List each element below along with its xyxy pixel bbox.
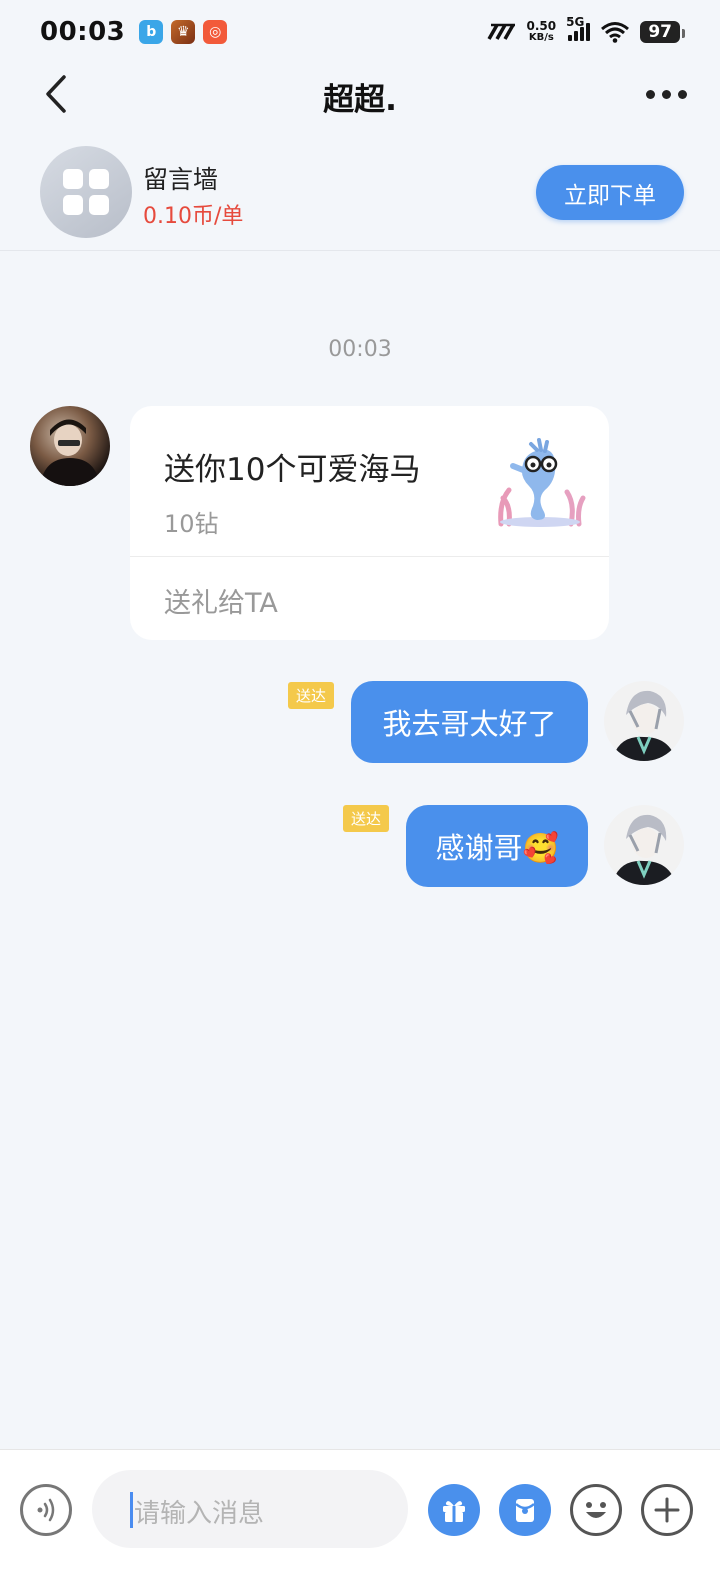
maps-app-icon: b [139,20,164,44]
delivered-badge: 送达 [288,682,335,709]
person-photo-icon [40,419,100,486]
gift-title: 送你10个可爱海马 [164,452,421,488]
gift-message-card[interactable]: 送你10个可爱海马 10钻 送礼给TA [130,406,609,640]
emoji-button[interactable] [570,1484,622,1536]
kuaishou-app-icon: ◎ [203,20,228,44]
nfc-icon [486,23,515,40]
my-avatar[interactable] [604,681,684,761]
anime-character-icon [612,814,676,885]
chevron-left-icon [46,75,66,113]
service-card: 留言墙 0.10币/单 立即下单 [0,128,720,251]
network-speed-unit: KB/s [528,32,554,43]
smiley-icon [586,1502,606,1518]
message-wall-icon [40,146,132,238]
voice-input-button[interactable] [20,1484,72,1536]
notification-icons: b ♛ ◎ [139,20,228,44]
status-time: 00:03 [40,17,126,47]
delivered-badge: 送达 [343,805,390,832]
anime-character-icon [612,690,676,761]
more-dot-icon [661,89,671,99]
service-price: 0.10币/单 [143,204,244,229]
wifi-icon [601,22,630,43]
outgoing-message-bubble[interactable]: 我去哥太好了 [351,681,588,763]
message-input[interactable]: 请输入消息 [92,1470,408,1548]
red-packet-button[interactable] [499,1484,551,1536]
seahorse-gift-icon [498,438,586,527]
gift-button[interactable] [428,1484,480,1536]
gift-price: 10钻 [164,510,219,538]
network-speed-value: 0.50 [526,19,557,33]
send-gift-button[interactable]: 送礼给TA [164,581,278,620]
gift-divider [130,556,609,557]
plus-icon [654,1497,680,1523]
network-speed: 0.50 KB/s [527,20,557,44]
message-input-bar: 请输入消息 [0,1449,720,1584]
order-now-button[interactable]: 立即下单 [536,165,684,220]
text-caret [130,1492,133,1528]
back-button[interactable] [30,68,82,120]
cellular-signal-icon: 5G [566,15,591,41]
contact-avatar[interactable] [30,406,110,486]
voice-icon [37,1498,55,1522]
status-bar: 00:03 b ♛ ◎ 0.50 KB/s 5G 97 [0,0,720,64]
battery-indicator: 97 [640,21,685,43]
chat-header: 超超. [0,64,720,124]
more-options-button[interactable] [636,72,696,116]
message-input-placeholder: 请输入消息 [134,1499,265,1529]
outgoing-message-bubble[interactable]: 感谢哥🥰 [406,805,588,887]
my-avatar[interactable] [604,805,684,885]
gift-icon [443,1501,465,1522]
more-actions-button[interactable] [641,1484,693,1536]
network-type: 5G [566,15,585,29]
page-title: 超超. [323,82,397,118]
more-dot-icon [677,89,687,99]
red-packet-icon [515,1499,535,1522]
message-timestamp: 00:03 [328,337,392,362]
more-dot-icon [645,89,655,99]
game-app-icon: ♛ [171,20,196,44]
service-name: 留言墙 [143,165,219,194]
